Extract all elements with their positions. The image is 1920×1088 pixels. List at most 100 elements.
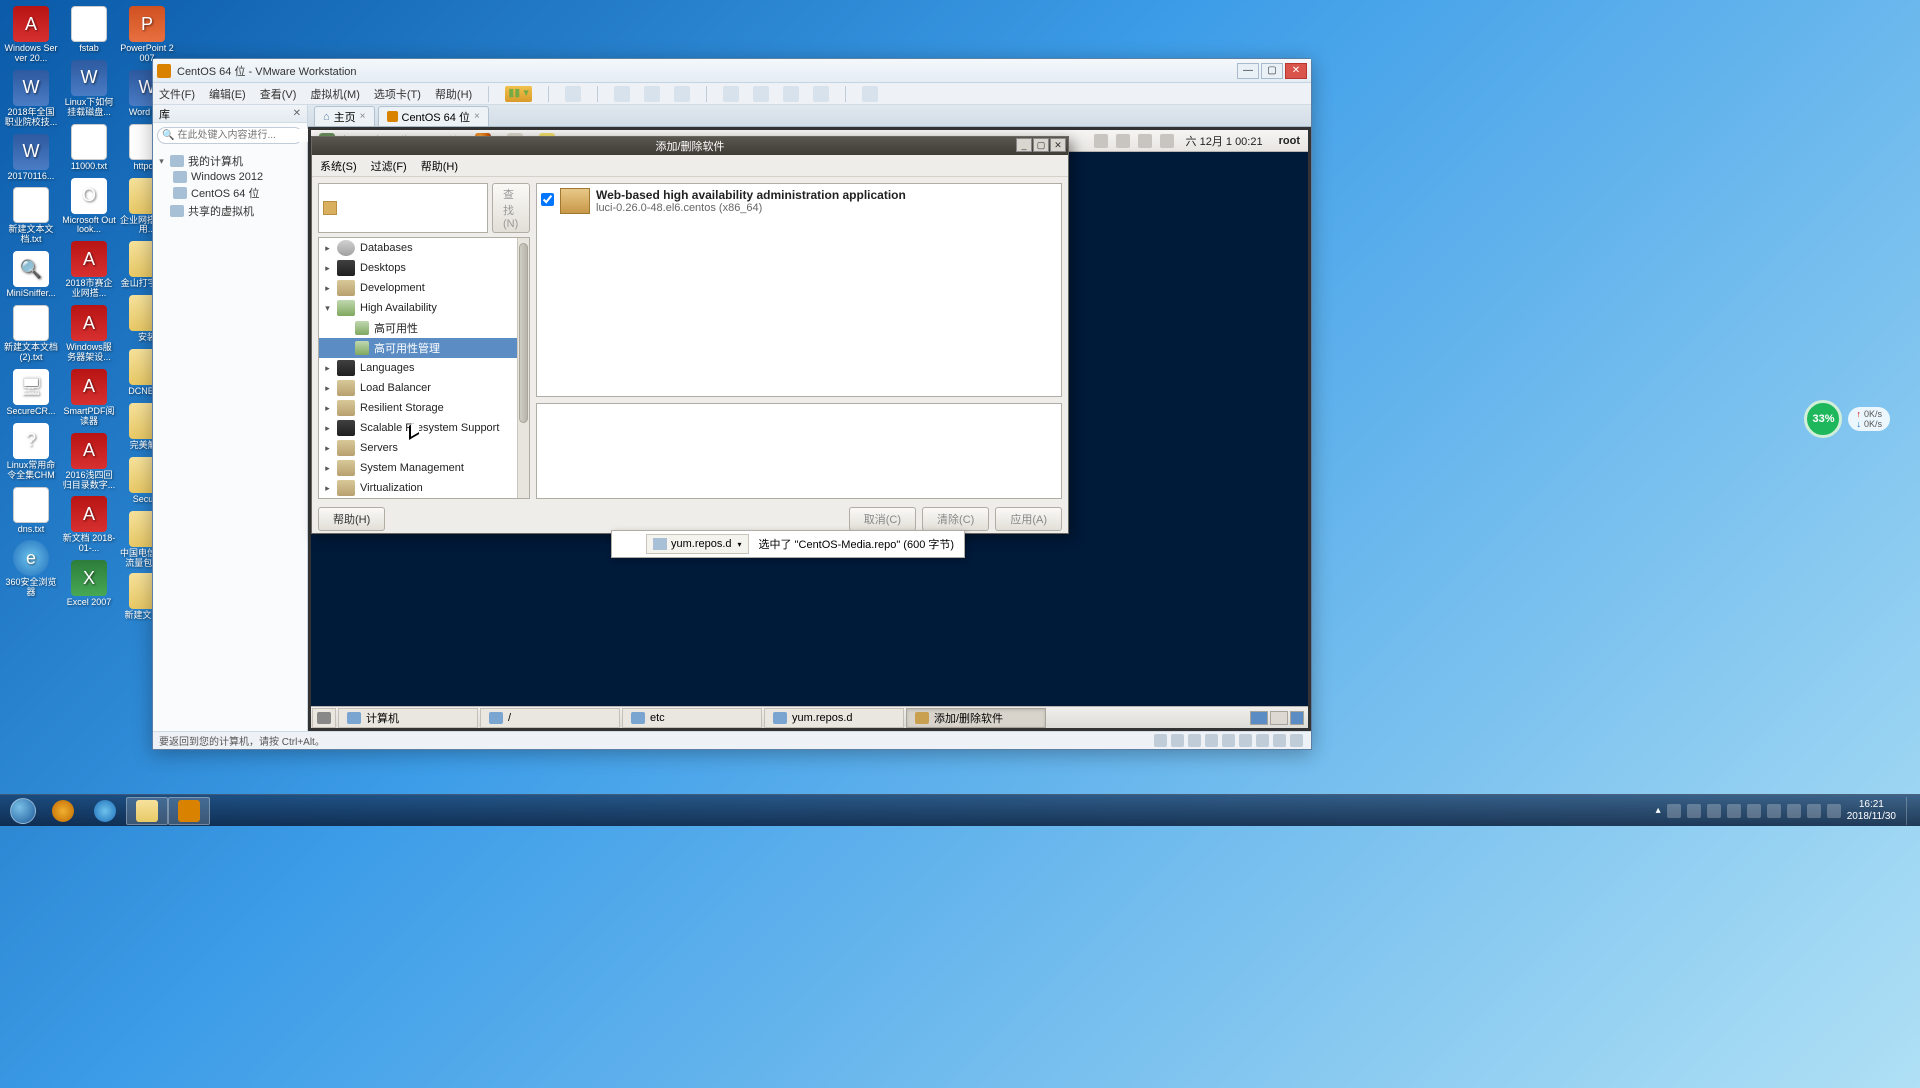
toolbar-icon[interactable] [644,86,660,102]
desktop-icon[interactable]: W2018年全国职业院校技... [4,68,58,128]
tray-icon[interactable] [1667,804,1681,818]
pk-help-button[interactable]: 帮助(H) [318,507,385,531]
sidebar-search-input[interactable] [174,129,312,142]
toolbar-icon[interactable] [783,86,799,102]
tab-home[interactable]: ⌂主页× [314,106,375,126]
pk-category-item[interactable]: ▾High Availability [319,298,517,318]
panel-clock[interactable]: 六 12月 1 00:21 [1178,133,1271,149]
pk-package-row[interactable]: Web-based high availability administrati… [541,188,1057,214]
menu-view[interactable]: 查看(V) [260,86,297,102]
workspace-2[interactable] [1270,711,1288,725]
expand-arrow-icon[interactable]: ▾ [323,303,332,314]
taskbar-pin-ie[interactable] [84,797,126,825]
desktop-icon[interactable]: XExcel 2007 [62,558,116,608]
guest-vm-screen[interactable]: 应用程序 位置 系统 六 12月 1 00:21 root [308,127,1311,731]
minimize-button[interactable]: — [1237,63,1259,79]
status-device-icon[interactable] [1222,734,1235,747]
pk-category-item[interactable]: ▸Languages [319,358,517,378]
expand-arrow-icon[interactable]: ▸ [323,463,332,474]
desktop-icon[interactable]: A2016浅四回归目录数字... [62,431,116,491]
desktop-icon[interactable]: OMicrosoft Outlook... [62,176,116,236]
maximize-button[interactable]: ▢ [1261,63,1283,79]
toolbar-icon[interactable] [614,86,630,102]
desktop-icon[interactable]: 🖥SecureCR... [4,367,58,417]
expand-arrow-icon[interactable]: ▸ [323,263,332,274]
pk-category-item[interactable]: ▸Load Balancer [319,378,517,398]
menu-vm[interactable]: 虚拟机(M) [310,86,360,102]
taskbar-item-root[interactable]: / [480,708,620,728]
expand-arrow-icon[interactable]: ▸ [323,383,332,394]
desktop-icon[interactable]: ?Linux常用命令全集CHM [4,421,58,481]
start-button[interactable] [4,797,42,825]
network-monitor-widget[interactable]: 33% ↑0K/s ↓0K/s [1804,400,1890,438]
taskbar-pin[interactable] [42,797,84,825]
expand-arrow-icon[interactable]: ▸ [323,483,332,494]
pk-menu-system[interactable]: 系统(S) [320,158,357,174]
tab-close-icon[interactable]: × [474,111,480,122]
workspace-1[interactable] [1250,711,1268,725]
desktop-icon[interactable]: 新建文本文档(2).txt [4,303,58,363]
toolbar-icon[interactable] [862,86,878,102]
pk-category-tree[interactable]: ▸Databases▸Desktops▸Development▾High Ava… [318,237,530,499]
pk-category-item[interactable]: ▸Databases [319,238,517,258]
desktop-icon[interactable]: A2018市赛企业网搭... [62,239,116,299]
expand-arrow-icon[interactable]: ▸ [323,423,332,434]
status-device-icon[interactable] [1205,734,1218,747]
tray-icon[interactable] [1787,804,1801,818]
sidebar-search[interactable]: 🔍 ▼ [157,127,303,144]
tray-icon[interactable] [1138,134,1152,148]
taskbar-item-packagekit[interactable]: 添加/删除软件 [906,708,1046,728]
toolbar-icon[interactable] [565,86,581,102]
status-device-icon[interactable] [1273,734,1286,747]
tray-icon[interactable] [1094,134,1108,148]
desktop-icon[interactable]: W20170116... [4,132,58,182]
workspace-switcher[interactable] [1250,711,1308,725]
desktop-icon[interactable]: e360安全浏览器 [4,538,58,598]
packagekit-titlebar[interactable]: 添加/删除软件 _ ▢ ✕ [312,137,1068,155]
tray-icon[interactable] [1747,804,1761,818]
pk-package-list[interactable]: Web-based high availability administrati… [536,183,1062,397]
tray-icon[interactable] [1727,804,1741,818]
tree-root-my-computer[interactable]: ▾我的计算机 [155,152,305,170]
menu-edit[interactable]: 编辑(E) [209,86,246,102]
scrollbar-thumb[interactable] [519,243,528,423]
pk-category-item[interactable]: ▸System Management [319,458,517,478]
pk-category-item[interactable]: ▸Servers [319,438,517,458]
chevron-down-icon[interactable]: ▾ [738,540,742,549]
pk-search-button[interactable]: 查找(N) [492,183,530,233]
taskbar-pin-vmware[interactable] [168,797,210,825]
tree-vm-item[interactable]: CentOS 64 位 [155,184,305,202]
pk-close-button[interactable]: ✕ [1050,138,1066,152]
pk-minimize-button[interactable]: _ [1016,138,1032,152]
pk-tree-scrollbar[interactable] [517,238,529,498]
expand-arrow-icon[interactable]: ▸ [323,363,332,374]
desktop-icon[interactable]: fstab [62,4,116,54]
pk-category-item[interactable]: ▸Resilient Storage [319,398,517,418]
expand-arrow-icon[interactable]: ▸ [323,243,332,254]
status-device-icon[interactable] [1188,734,1201,747]
status-device-icon[interactable] [1171,734,1184,747]
close-button[interactable]: ✕ [1285,63,1307,79]
tray-icon[interactable] [1687,804,1701,818]
vmware-titlebar[interactable]: CentOS 64 位 - VMware Workstation — ▢ ✕ [153,59,1311,83]
desktop-icon[interactable]: WLinux下如何挂载磁盘... [62,58,116,118]
tree-vm-item[interactable]: Windows 2012 [155,170,305,184]
status-device-icon[interactable] [1290,734,1303,747]
pk-search-input[interactable] [341,202,483,214]
tray-icon[interactable] [1767,804,1781,818]
pk-apply-button[interactable]: 应用(A) [995,507,1062,531]
tab-close-icon[interactable]: × [360,111,366,122]
toolbar-icon[interactable] [753,86,769,102]
tab-vm-centos[interactable]: CentOS 64 位× [378,106,489,126]
desktop-icon[interactable]: 11000.txt [62,122,116,172]
tray-icon[interactable] [1116,134,1130,148]
show-desktop-button[interactable] [1906,797,1916,825]
menu-file[interactable]: 文件(F) [159,86,195,102]
desktop-icon[interactable]: PPowerPoint 2007 [120,4,174,64]
pause-icon[interactable]: ▮▮ ▾ [505,86,532,102]
taskbar-clock[interactable]: 16:21 2018/11/30 [1847,799,1896,823]
pk-maximize-button[interactable]: ▢ [1033,138,1049,152]
tray-icon[interactable] [1807,804,1821,818]
expand-arrow-icon[interactable]: ▸ [323,403,332,414]
taskbar-item-etc[interactable]: etc [622,708,762,728]
